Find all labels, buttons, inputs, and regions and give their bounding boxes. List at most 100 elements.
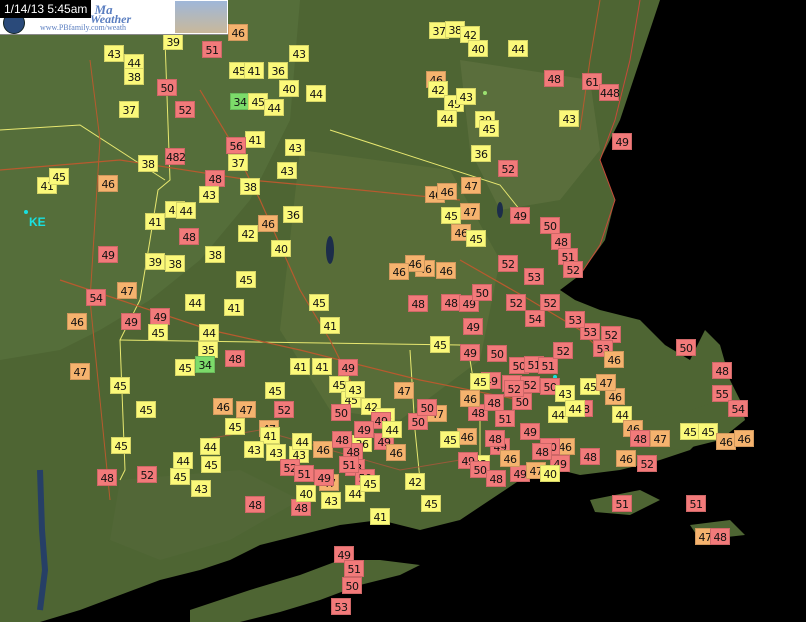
- temperature-label: 53: [524, 268, 544, 285]
- temperature-label: 46: [313, 441, 333, 458]
- temperature-label: 51: [339, 456, 359, 473]
- temperature-label: 40: [279, 80, 299, 97]
- temperature-label: 45: [421, 495, 441, 512]
- temperature-label: 44: [437, 110, 457, 127]
- temperature-label: 448: [599, 84, 620, 101]
- temperature-label: 36: [268, 62, 288, 79]
- temperature-label: 46: [389, 263, 409, 280]
- temperature-label: 45: [110, 377, 130, 394]
- temperature-label: 50: [417, 399, 437, 416]
- temperature-label: 37: [228, 154, 248, 171]
- temperature-label: 44: [264, 99, 284, 116]
- temperature-label: 45: [360, 475, 380, 492]
- temperature-label: 39: [145, 253, 165, 270]
- temperature-label: 44: [199, 324, 219, 341]
- temperature-label: 46: [437, 183, 457, 200]
- temperature-label: 43: [559, 110, 579, 127]
- temperature-label: 52: [498, 255, 518, 272]
- temperature-label: 46: [457, 428, 477, 445]
- temperature-label: 45: [698, 423, 718, 440]
- temperature-label: 41: [145, 213, 165, 230]
- temperature-label: 52: [563, 261, 583, 278]
- temperature-label: 50: [487, 345, 507, 362]
- temperature-label: 52: [498, 160, 518, 177]
- temperature-label: 42: [238, 225, 258, 242]
- temperature-label: 48: [97, 469, 117, 486]
- temperature-label: 49: [314, 469, 334, 486]
- temperature-label: 52: [540, 294, 560, 311]
- temperature-label: 48: [179, 228, 199, 245]
- temperature-label: 48: [245, 496, 265, 513]
- temperature-label: 38: [124, 68, 144, 85]
- temperature-label: 49: [338, 359, 358, 376]
- temperature-label: 48: [544, 70, 564, 87]
- temperature-label: 50: [331, 404, 351, 421]
- temperature-label: 44: [306, 85, 326, 102]
- temperature-label: 41: [320, 317, 340, 334]
- temperature-label: 51: [495, 410, 515, 427]
- temperature-label: 34: [230, 93, 250, 110]
- temperature-label: 53: [565, 311, 585, 328]
- temperature-label: 40: [296, 485, 316, 502]
- temperature-label: 36: [471, 145, 491, 162]
- temperature-label: 46: [500, 450, 520, 467]
- temperature-label: 45: [440, 431, 460, 448]
- temperature-label: 41: [312, 358, 332, 375]
- temperature-label: 43: [321, 492, 341, 509]
- temperature-label: 51: [294, 465, 314, 482]
- temperature-label: 42: [405, 473, 425, 490]
- temperature-label: 51: [538, 357, 558, 374]
- temperature-label: 45: [175, 359, 195, 376]
- temperature-label: 50: [342, 577, 362, 594]
- temperature-label: 44: [292, 433, 312, 450]
- temperature-label: 44: [173, 452, 193, 469]
- temperature-label: 46: [460, 390, 480, 407]
- temperature-label: 50: [676, 339, 696, 356]
- temperature-label: 43: [345, 381, 365, 398]
- temperature-label: 49: [460, 344, 480, 361]
- weather-map: 46 39 51 43 43 44 38 45 41 36 37 50 52 40 44 34 45 44 41 56…: [0, 0, 806, 622]
- temperature-label: 44: [200, 438, 220, 455]
- temperature-label: 45: [430, 336, 450, 353]
- temperature-label: 41: [370, 508, 390, 525]
- temperature-label: 44: [176, 202, 196, 219]
- temperature-label: 49: [510, 207, 530, 224]
- temperature-label: 46: [258, 215, 278, 232]
- temperature-label: 47: [650, 430, 670, 447]
- temperature-label: 41: [244, 62, 264, 79]
- temperature-label: 43: [289, 45, 309, 62]
- temperature-label: 34: [195, 356, 215, 373]
- temperature-label: 46: [67, 313, 87, 330]
- temperature-label: 43: [456, 88, 476, 105]
- temperature-label: 49: [150, 308, 170, 325]
- temperature-label: 46: [213, 398, 233, 415]
- temperature-label: 44: [508, 40, 528, 57]
- temperature-label: 43: [244, 441, 264, 458]
- temperature-label: 41: [245, 131, 265, 148]
- temperature-label: 40: [271, 240, 291, 257]
- temperature-label: 45: [201, 456, 221, 473]
- temperature-label: 45: [265, 382, 285, 399]
- timestamp: 1/14/13 5:45am: [0, 0, 92, 18]
- site-banner: ord, Ma Weather www.PBfamily.com/weath 1…: [0, 0, 228, 35]
- temperature-label: 48: [486, 470, 506, 487]
- temperature-label: 54: [728, 400, 748, 417]
- temperature-label: 48: [205, 170, 225, 187]
- temperature-label: 38: [138, 155, 158, 172]
- temperature-label: 43: [285, 139, 305, 156]
- temperature-label: 37: [119, 101, 139, 118]
- temperature-label: 36: [283, 206, 303, 223]
- temperature-label: 52: [504, 380, 524, 397]
- temperature-label: 48: [630, 430, 650, 447]
- temperature-label: 41: [290, 358, 310, 375]
- temperature-label: 48: [408, 295, 428, 312]
- temperature-label: 49: [354, 421, 374, 438]
- temperature-label: 48: [712, 362, 732, 379]
- temperature-label: 46: [436, 262, 456, 279]
- temperature-label: 50: [157, 79, 177, 96]
- temperature-label: 49: [520, 423, 540, 440]
- temperature-label: 49: [463, 318, 483, 335]
- temperature-label: 47: [460, 203, 480, 220]
- temperature-label: 51: [344, 560, 364, 577]
- temperature-label: 39: [163, 33, 183, 50]
